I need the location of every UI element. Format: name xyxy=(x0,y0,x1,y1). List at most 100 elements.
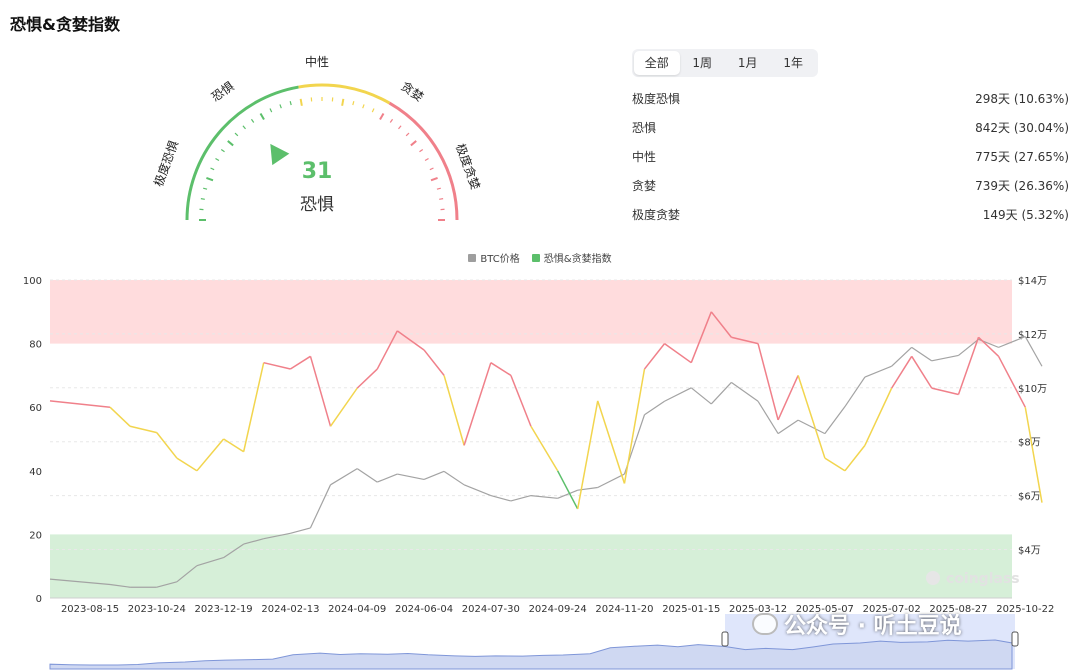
fear-greed-segment xyxy=(623,368,646,484)
x-tick-label: 2024-04-09 xyxy=(328,604,386,615)
fear-greed-segment xyxy=(957,336,980,395)
stat-label: 极度恐惧 xyxy=(632,92,681,106)
btc-price-segment xyxy=(690,387,712,405)
btc-price-segment xyxy=(443,470,465,486)
y-right-tick-label: $4万 xyxy=(1018,545,1041,556)
gauge-tick xyxy=(424,157,429,162)
fear-greed-segment xyxy=(556,470,579,510)
chart-band-1 xyxy=(50,534,1012,598)
y-left-tick-label: 60 xyxy=(29,403,42,414)
legend-label-btc: BTC价格 xyxy=(480,254,520,265)
stat-value: 149天 (5.32%) xyxy=(982,208,1069,222)
y-left-tick-label: 80 xyxy=(29,340,42,351)
x-tick-label: 2024-02-13 xyxy=(261,604,319,615)
y-left-tick-label: 40 xyxy=(29,467,42,478)
y-left-tick-label: 20 xyxy=(29,530,42,541)
btc-price-segment xyxy=(844,376,866,407)
fear-greed-segment xyxy=(510,375,532,427)
stat-label: 恐惧 xyxy=(632,121,657,135)
gauge-tick xyxy=(220,148,225,153)
fear-greed-segment xyxy=(129,425,157,434)
tab-1-year[interactable]: 1年 xyxy=(771,51,817,75)
fear-greed-segment xyxy=(911,355,933,389)
btc-price-segment xyxy=(824,406,846,434)
fear-greed-segment xyxy=(490,362,512,377)
gauge-needle-icon xyxy=(270,143,290,166)
distribution-stats: 极度恐惧 298天 (10.63%) 恐惧 842天 (30.04%) 中性 7… xyxy=(632,87,1069,232)
btc-price-segment xyxy=(931,354,959,362)
stat-row-fear: 恐惧 842天 (30.04%) xyxy=(632,116,1069,145)
legend-swatch-btc xyxy=(468,253,477,262)
fear-greed-segment xyxy=(931,387,959,396)
stat-value: 298天 (10.63%) xyxy=(975,92,1069,106)
legend-item-btc[interactable]: BTC价格 xyxy=(468,250,520,265)
fear-greed-gauge: 极度恐惧 恐惧 中性 贪婪 极度贪婪 31 恐惧 xyxy=(151,54,483,221)
btc-price-segment xyxy=(1024,336,1043,367)
navigator-handle-left[interactable] xyxy=(721,631,729,647)
gauge-tick xyxy=(210,167,215,171)
fear-greed-segment xyxy=(223,438,245,453)
fear-greed-segment xyxy=(530,425,559,472)
fear-greed-segment xyxy=(643,343,666,370)
btc-price-segment xyxy=(730,381,759,402)
x-tick-label: 2025-10-22 xyxy=(996,604,1054,615)
gauge-tick xyxy=(200,198,205,200)
gauge-tick xyxy=(289,101,292,106)
gauge-tick xyxy=(299,98,303,106)
btc-price-segment xyxy=(644,400,665,416)
x-tick-label: 2024-06-04 xyxy=(395,604,453,615)
tab-1-month[interactable]: 1月 xyxy=(725,51,771,75)
btc-price-segment xyxy=(911,346,933,362)
fear-greed-segment xyxy=(196,438,225,472)
btc-price-segment xyxy=(330,468,358,486)
fear-greed-segment xyxy=(176,457,198,472)
fear-greed-segment xyxy=(463,362,492,446)
y-axis-left: 0 20 40 60 80 100 xyxy=(23,276,42,605)
stat-value: 842天 (30.04%) xyxy=(975,121,1069,135)
gauge-tick xyxy=(352,101,355,106)
y-right-tick-label: $8万 xyxy=(1018,438,1041,449)
y-right-tick-label: $14万 xyxy=(1018,276,1047,287)
btc-price-segment xyxy=(664,387,692,402)
gauge-label-extreme-fear: 极度恐惧 xyxy=(151,138,182,188)
fear-greed-segment xyxy=(156,432,178,459)
gauge-tick xyxy=(279,104,282,109)
gauge-tick xyxy=(250,118,255,123)
fear-greed-segment xyxy=(824,457,846,472)
legend-item-index[interactable]: 恐惧&贪婪指数 xyxy=(531,250,612,265)
fear-greed-segment xyxy=(263,361,291,370)
gauge-label-neutral: 中性 xyxy=(305,54,329,69)
tab-1-week[interactable]: 1周 xyxy=(680,51,726,75)
gauge-arc-2 xyxy=(388,101,459,221)
gauge-tick xyxy=(234,132,239,137)
x-tick-label: 2025-01-15 xyxy=(662,604,720,615)
btc-price-segment xyxy=(397,473,425,481)
gauge-tick xyxy=(429,167,434,171)
btc-price-segment xyxy=(309,484,332,529)
fear-greed-segment xyxy=(443,375,465,446)
gauge-label-greed: 贪婪 xyxy=(398,78,426,104)
gauge-tick xyxy=(215,157,220,162)
btc-price-segment xyxy=(891,346,913,367)
gauge-tick xyxy=(379,112,385,121)
fear-greed-segment xyxy=(1024,407,1043,503)
btc-price-segment xyxy=(377,473,398,483)
btc-price-segment xyxy=(510,495,532,502)
gauge-tick xyxy=(436,187,441,190)
btc-price-segment xyxy=(864,365,892,378)
coinglass-wordmark: coinglass xyxy=(946,571,1020,587)
stat-row-extreme-fear: 极度恐惧 298天 (10.63%) xyxy=(632,87,1069,116)
stat-value: 739天 (26.36%) xyxy=(975,179,1069,193)
fear-greed-segment xyxy=(242,362,265,452)
x-tick-label: 2024-11-20 xyxy=(595,604,653,615)
gauge-tick xyxy=(206,176,214,182)
tab-all[interactable]: 全部 xyxy=(634,51,680,75)
x-tick-label: 2023-10-24 xyxy=(128,604,186,615)
gauge-tick xyxy=(410,140,417,147)
stat-label: 中性 xyxy=(632,150,657,164)
x-tick-label: 2024-07-30 xyxy=(462,604,520,615)
x-tick-label: 2023-12-19 xyxy=(195,604,253,615)
navigator-handle-right[interactable] xyxy=(1011,631,1019,647)
fear-greed-segment xyxy=(356,368,378,389)
legend-swatch-index xyxy=(531,253,540,262)
